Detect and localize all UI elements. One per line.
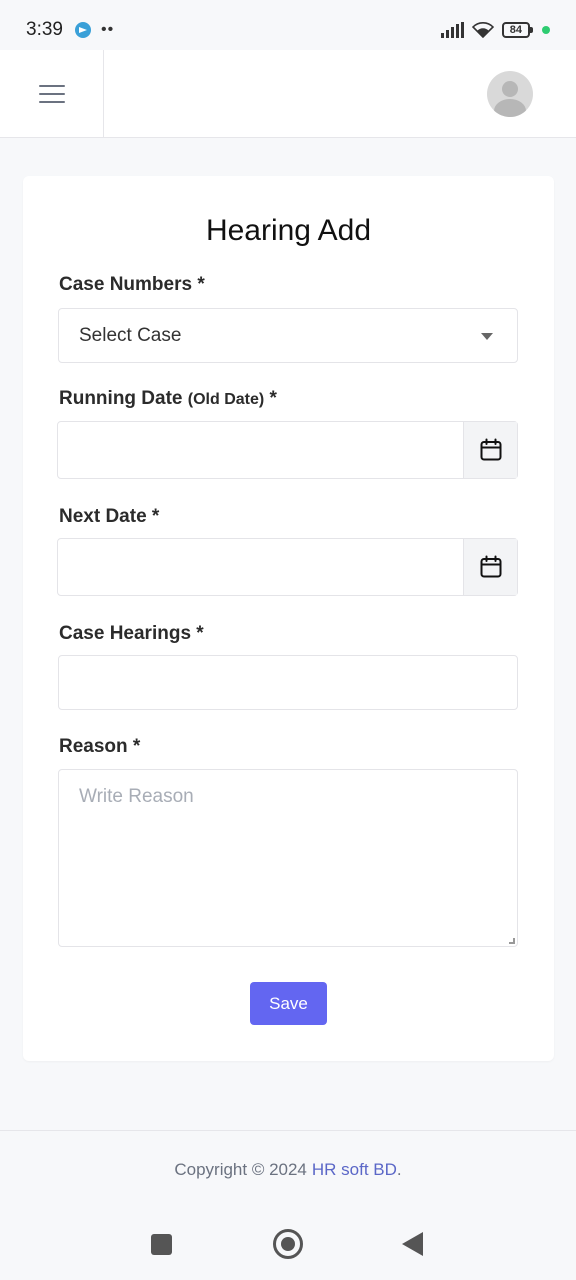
case-select-value: Select Case [79,324,182,346]
back-icon[interactable] [402,1232,423,1256]
system-nav-bar [0,1208,576,1280]
app-header [0,49,576,138]
footer: Copyright © 2024 HR soft BD . [0,1130,576,1208]
reason-textarea[interactable]: Write Reason [58,769,518,947]
running-date-calendar-button[interactable] [463,422,517,478]
case-numbers-label: Case Numbers * [59,274,205,295]
footer-period: . [396,1159,402,1179]
next-date-label: Next Date * [59,506,160,527]
case-hearings-label: Case Hearings * [59,623,204,644]
running-date-input[interactable] [58,422,463,478]
calendar-icon [480,438,501,461]
hamburger-menu-icon[interactable] [0,49,104,138]
more-notifications-icon: •• [100,21,115,38]
reason-label: Reason * [59,736,141,757]
running-date-field [57,421,518,479]
signal-icon [440,22,464,38]
running-date-label: Running Date (Old Date) * [59,388,277,409]
chevron-down-icon [481,333,493,340]
next-date-input[interactable] [58,539,463,595]
hearing-form-card: Hearing Add Case Numbers * Select Case R… [23,176,554,1061]
avatar[interactable] [487,71,533,117]
reason-placeholder: Write Reason [79,786,194,807]
next-date-field [57,538,518,596]
recent-apps-icon[interactable] [151,1234,172,1255]
status-dot [542,26,550,34]
page-title: Hearing Add [205,214,372,247]
telegram-icon [74,22,91,38]
status-time: 3:39 [26,19,63,40]
copyright-text: Copyright © 2024 [174,1159,307,1179]
next-date-calendar-button[interactable] [463,539,517,595]
wifi-icon [471,22,494,38]
case-hearings-input[interactable] [58,655,518,710]
battery-icon: 84 [501,22,534,38]
home-icon[interactable] [273,1229,303,1259]
case-select[interactable]: Select Case [58,308,518,363]
resize-handle-icon[interactable] [509,938,515,944]
save-button[interactable]: Save [250,982,327,1025]
calendar-icon [480,555,501,578]
brand-link[interactable]: HR soft BD [312,1160,397,1180]
